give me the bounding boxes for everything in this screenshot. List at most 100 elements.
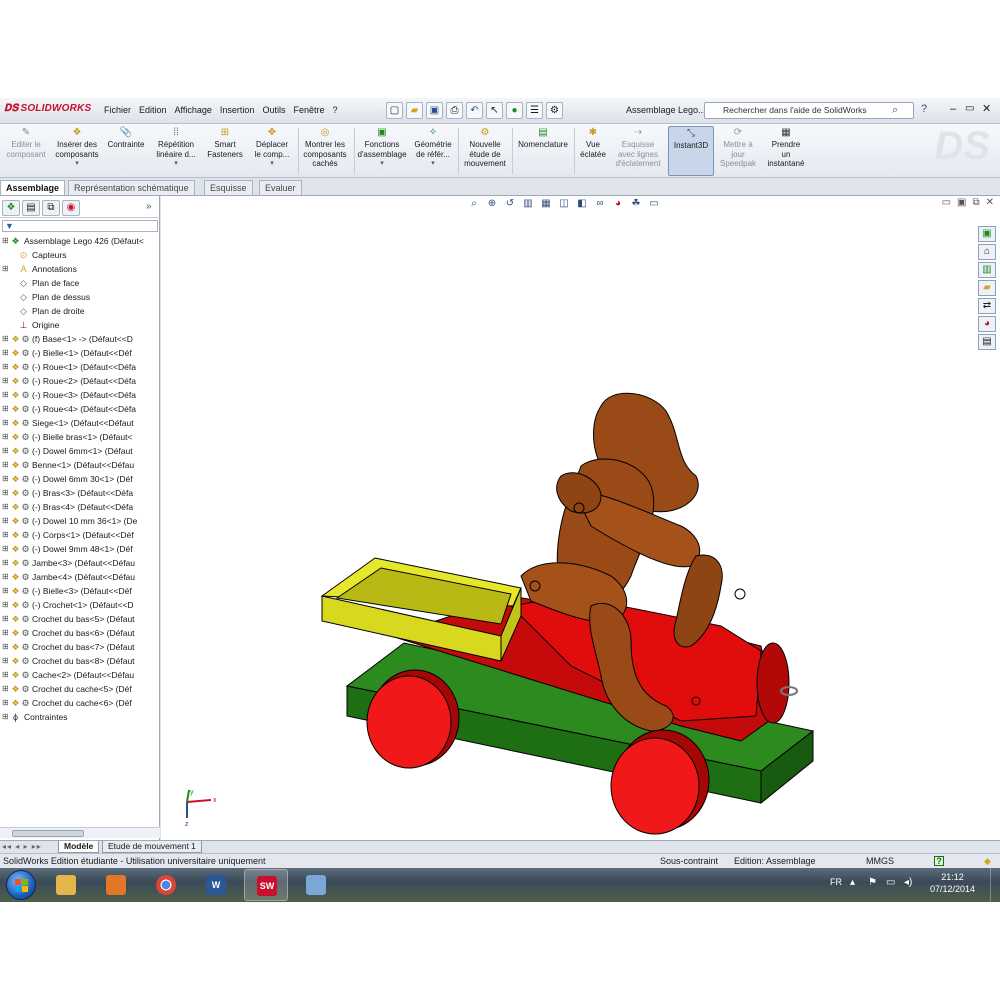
tab-evaluer[interactable]: Evaluer (259, 180, 302, 195)
scrollbar-thumb[interactable] (12, 830, 84, 837)
show-hidden-icons-icon[interactable]: ▴ (850, 877, 855, 888)
tree-item[interactable]: ⊞ ❖ ⚙ (-) Crochet<1> (Défaut<<D (0, 598, 160, 612)
tree-item[interactable]: ⊞ ❖ ⚙ Benne<1> (Défaut<<Défau (0, 458, 160, 472)
expand-toggle-icon[interactable]: ⊞ (2, 458, 10, 472)
menu-outils[interactable]: Outils (262, 105, 285, 115)
restore-icon[interactable]: ▭ (965, 103, 974, 114)
tree-item[interactable]: ◇ Plan de droite (0, 304, 160, 318)
menu-affichage[interactable]: Affichage (175, 105, 212, 115)
select-icon[interactable]: ↖ (486, 102, 503, 119)
feature-manager-tab-icon[interactable]: ❖ (2, 200, 20, 216)
expand-toggle-icon[interactable]: ⊞ (2, 332, 10, 346)
tree-item[interactable]: ⊞ ❖ ⚙ Crochet du cache<6> (Déf (0, 696, 160, 710)
expand-toggle-icon[interactable]: ⊞ (2, 682, 10, 696)
take-snapshot-button[interactable]: ▦ Prendre un instantané (762, 126, 810, 169)
tree-item[interactable]: ⊞ ❖ ⚙ Crochet du bas<8> (Défaut (0, 654, 160, 668)
expand-toggle-icon[interactable]: ⊞ (2, 528, 10, 542)
expand-toggle-icon[interactable]: ⊞ (2, 626, 10, 640)
update-speedpak-button[interactable]: ⟳ Mettre à jour Speedpak (716, 126, 760, 169)
expand-toggle-icon[interactable]: ⊞ (2, 584, 10, 598)
tab-etude-de-mouvement[interactable]: Etude de mouvement 1 (102, 841, 202, 853)
property-manager-tab-icon[interactable]: ▤ (22, 200, 40, 216)
tab-navigation-arrows[interactable]: ◂◂ ◂ ▸ ▸▸ (2, 842, 42, 851)
expand-toggle-icon[interactable]: ⊞ (2, 472, 10, 486)
taskbar-solidworks[interactable]: SW (244, 869, 288, 901)
save-icon[interactable]: ▣ (426, 102, 443, 119)
tree-item[interactable]: ⊞ ❖ ⚙ (-) Dowel 10 mm 36<1> (De (0, 514, 160, 528)
tree-item[interactable]: ◇ Plan de dessus (0, 290, 160, 304)
expand-toggle-icon[interactable]: ⊞ (2, 430, 10, 444)
assembly-features-button[interactable]: ▣ Fonctions d'assemblage ▾ (356, 126, 408, 169)
tree-item[interactable]: ⊞ ❖ ⚙ (-) Dowel 6mm 30<1> (Déf (0, 472, 160, 486)
taskbar-paint[interactable] (294, 869, 338, 901)
expand-toggle-icon[interactable]: ⊞ (2, 388, 10, 402)
open-folder-icon[interactable]: ▰ (406, 102, 423, 119)
expand-toggle-icon[interactable]: ⊞ (2, 556, 10, 570)
dropdown-arrow-icon[interactable]: ▾ (356, 159, 408, 169)
reference-geometry-button[interactable]: ✧ Géométrie de référ... ▾ (410, 126, 456, 169)
taskbar-chrome[interactable] (144, 869, 188, 901)
expand-toggle-icon[interactable]: ⊞ (2, 346, 10, 360)
bom-button[interactable]: ▤ Nomenclature (514, 126, 572, 150)
expand-toggle-icon[interactable]: ⊞ (2, 444, 10, 458)
tree-item[interactable]: ⊞ ❖ ⚙ (-) Dowel 6mm<1> (Défaut (0, 444, 160, 458)
dropdown-arrow-icon[interactable]: ▾ (410, 159, 456, 169)
tree-item[interactable]: ⊞ ❖ ⚙ (-) Roue<1> (Défaut<<Défa (0, 360, 160, 374)
explode-line-sketch-button[interactable]: ⇢ Esquisse avec lignes d'éclatement (612, 126, 664, 169)
tree-item[interactable]: ⊞ ❖ ⚙ Crochet du bas<6> (Défaut (0, 626, 160, 640)
new-document-icon[interactable]: ▢ (386, 102, 403, 119)
menu-fichier[interactable]: Fichier (104, 105, 131, 115)
file-properties-icon[interactable]: ☰ (526, 102, 543, 119)
expand-toggle-icon[interactable]: ⊞ (2, 696, 10, 710)
options-icon[interactable]: ⚙ (546, 102, 563, 119)
search-icon[interactable]: ⌕ (892, 104, 898, 117)
tree-item[interactable]: ⊞ ❖ ⚙ (-) Bielle<3> (Défaut<<Déf (0, 584, 160, 598)
tree-item[interactable]: ⊞ ❖ ⚙ (-) Bielle<1> (Défaut<<Déf (0, 346, 160, 360)
tree-item[interactable]: ⊞ ❖ ⚙ Siege<1> (Défaut<<Défaut (0, 416, 160, 430)
tree-item[interactable]: ⊞ ❖ ⚙ (-) Dowel 9mm 48<1> (Déf (0, 542, 160, 556)
tree-item[interactable]: ⊞ ❖ ⚙ (-) Bras<3> (Défaut<<Défa (0, 486, 160, 500)
linear-pattern-button[interactable]: ⁞⁞ Répétition linéaire d... ▾ (152, 126, 200, 169)
configuration-manager-tab-icon[interactable]: ⧉ (42, 200, 60, 216)
action-center-flag-icon[interactable]: ⚑ (868, 877, 877, 888)
new-motion-study-button[interactable]: ⚙ Nouvelle étude de mouvement (460, 126, 510, 169)
rebuild-icon[interactable]: ● (506, 102, 523, 119)
tree-item[interactable]: ◇ Plan de face (0, 276, 160, 290)
status-help-icon[interactable]: ? (934, 856, 944, 866)
dropdown-arrow-icon[interactable]: ▾ (250, 159, 294, 169)
tree-item[interactable]: ⊞ ❖ ⚙ (-) Corps<1> (Défaut<<Déf (0, 528, 160, 542)
tree-root-assembly[interactable]: ⊞ ❖ Assemblage Lego 426 (Défaut< (0, 234, 160, 248)
taskbar-media-player[interactable] (94, 869, 138, 901)
tree-item[interactable]: ⊞ ❖ ⚙ Cache<2> (Défaut<<Défau (0, 668, 160, 682)
tab-modele[interactable]: Modèle (58, 841, 100, 853)
status-units[interactable]: MMGS (866, 854, 894, 868)
network-icon[interactable]: ▭ (886, 877, 895, 888)
tree-item[interactable]: ⊙ Capteurs (0, 248, 160, 262)
instant3d-button[interactable]: ⤡ Instant3D (668, 126, 714, 176)
move-component-button[interactable]: ✥ Déplacer le comp... ▾ (250, 126, 294, 169)
show-hidden-button[interactable]: ◎ Montrer les composants cachés (300, 126, 350, 169)
expand-toggle-icon[interactable]: ⊞ (2, 640, 10, 654)
tree-item[interactable]: ⊞ ❖ ⚙ (-) Bielle bras<1> (Défaut< (0, 430, 160, 444)
expand-toggle-icon[interactable]: ⊞ (2, 500, 10, 514)
expand-toggle-icon[interactable]: ⊞ (2, 542, 10, 556)
mate-button[interactable]: 📎 Contrainte (104, 126, 148, 150)
dropdown-arrow-icon[interactable]: ▾ (152, 159, 200, 169)
expand-panel-icon[interactable]: » (146, 201, 152, 212)
tab-representation-schematique[interactable]: Représentation schématique (68, 180, 195, 195)
tree-item[interactable]: ⊞ ❖ ⚙ (f) Base<1> -> (Défaut<<D (0, 332, 160, 346)
volume-icon[interactable]: ◂) (904, 877, 912, 888)
expand-toggle-icon[interactable]: ⊞ (2, 514, 10, 528)
help-icon[interactable]: ? (921, 103, 927, 115)
tree-horizontal-scrollbar[interactable] (0, 827, 160, 838)
lego-assembly-model[interactable] (161, 196, 1000, 840)
language-indicator[interactable]: FR (830, 877, 842, 887)
tree-item[interactable]: ⊞ ❖ ⚙ (-) Bras<4> (Défaut<<Défa (0, 500, 160, 514)
expand-toggle-icon[interactable]: ⊞ (2, 234, 10, 248)
expand-toggle-icon[interactable]: ⊞ (2, 416, 10, 430)
expand-toggle-icon[interactable]: ⊞ (2, 262, 10, 276)
dropdown-arrow-icon[interactable]: ▾ (52, 159, 102, 169)
tree-item[interactable]: ⊥ Origine (0, 318, 160, 332)
expand-toggle-icon[interactable]: ⊞ (2, 486, 10, 500)
insert-components-button[interactable]: ❖ Insérer des composants ▾ (52, 126, 102, 169)
